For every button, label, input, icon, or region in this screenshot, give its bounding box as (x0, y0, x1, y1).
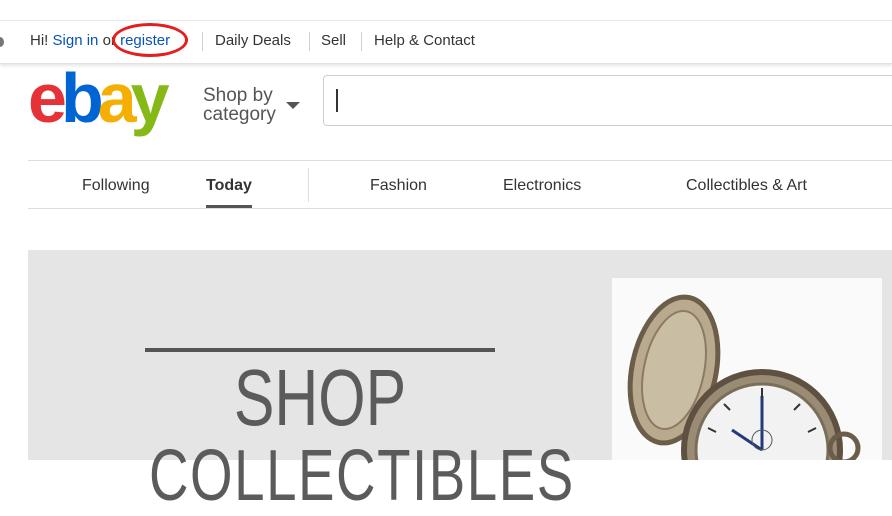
hero-rule (145, 348, 495, 352)
hero-subtitle: COLLECTIBLES (149, 436, 575, 516)
shop-by-category-button[interactable]: Shop by category (203, 86, 276, 124)
top-utility-bar: Hi! Sign in or register Daily Deals Sell… (0, 20, 892, 64)
tab-fashion[interactable]: Fashion (370, 177, 427, 195)
register-link[interactable]: register (112, 23, 189, 57)
chevron-down-icon[interactable] (286, 102, 300, 109)
sign-in-link[interactable]: Sign in (53, 32, 99, 49)
topbar-divider (309, 32, 310, 51)
help-contact-link[interactable]: Help & Contact (374, 32, 475, 49)
shop-by-label: Shop by (203, 85, 273, 106)
search-input[interactable] (323, 75, 892, 126)
nav-divider (308, 168, 309, 202)
tab-collectibles-art[interactable]: Collectibles & Art (686, 177, 807, 195)
tab-following[interactable]: Following (82, 177, 150, 195)
logo-letter-a: a (97, 59, 137, 137)
category-label: category (203, 104, 276, 125)
logo-letter-e: e (28, 59, 67, 137)
pocket-watch-icon (627, 294, 861, 460)
nav-bottom-border (28, 208, 892, 209)
greeting-text: Hi! (30, 32, 49, 49)
window-edge-dot (0, 37, 4, 47)
greeting: Hi! Sign in or register (30, 23, 189, 57)
ebay-logo[interactable]: ebay (28, 63, 170, 133)
topbar-divider (361, 32, 362, 51)
sell-link[interactable]: Sell (321, 32, 346, 49)
topbar-divider (202, 32, 203, 51)
logo-letter-y: y (130, 59, 170, 137)
text-cursor (336, 89, 338, 112)
logo-letter-b: b (60, 59, 104, 137)
hero-title: SHOP (233, 353, 407, 442)
pocket-watch-image[interactable] (612, 278, 882, 460)
tab-electronics[interactable]: Electronics (503, 177, 581, 195)
nav-top-border (28, 160, 892, 161)
tab-today[interactable]: Today (206, 177, 252, 195)
daily-deals-link[interactable]: Daily Deals (215, 32, 291, 49)
